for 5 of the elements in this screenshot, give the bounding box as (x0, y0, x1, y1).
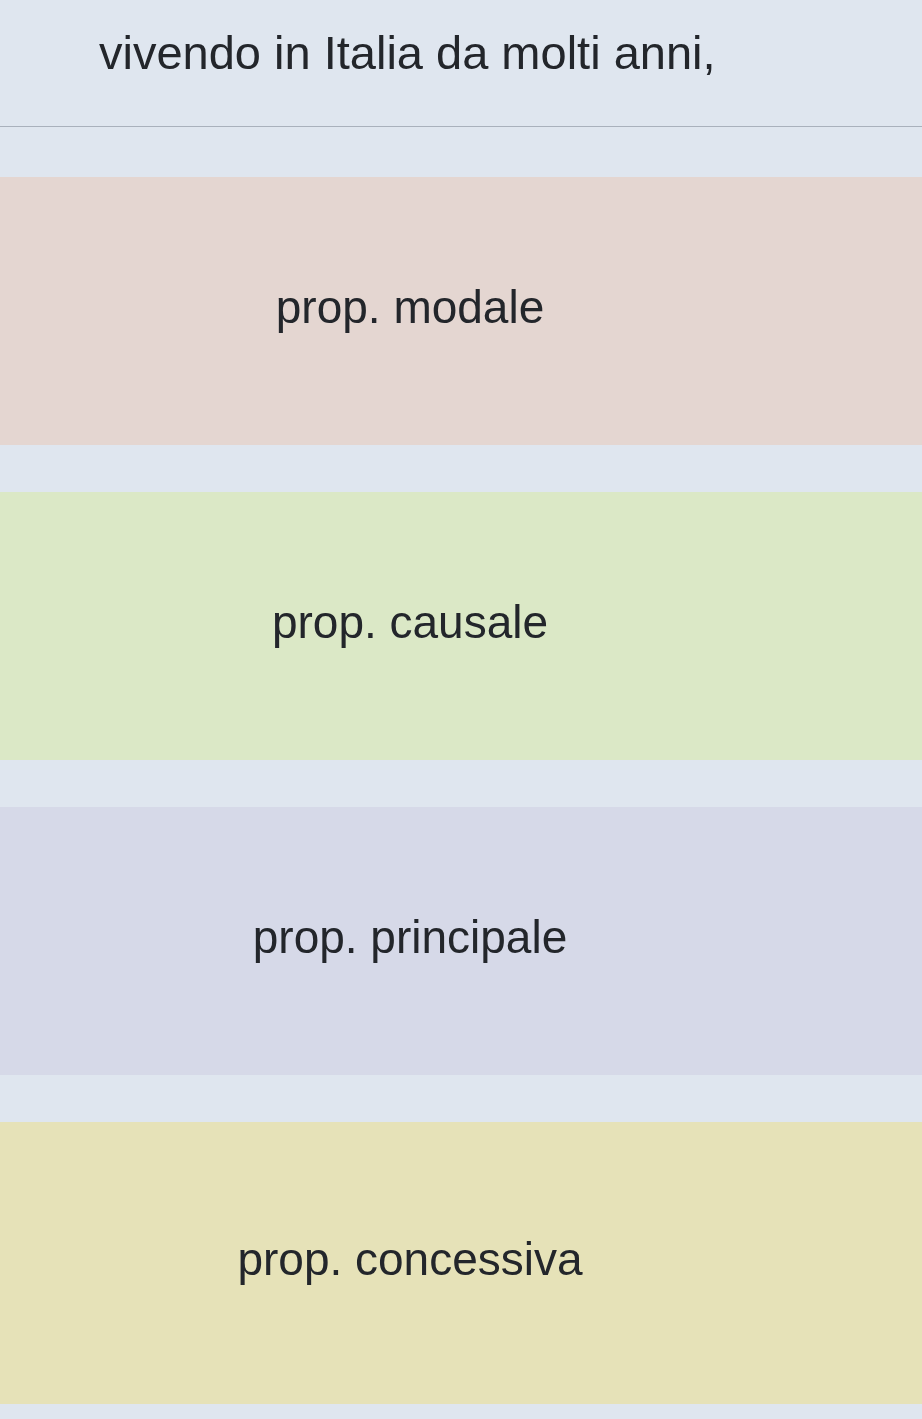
answer-option[interactable]: prop. concessiva (0, 1122, 922, 1404)
sentence-fragment: vivendo in Italia da molti anni, (99, 25, 716, 81)
answer-option[interactable]: prop. causale (0, 492, 922, 760)
answer-option[interactable]: prop. modale (0, 177, 922, 445)
answer-option[interactable]: prop. principale (0, 807, 922, 1075)
